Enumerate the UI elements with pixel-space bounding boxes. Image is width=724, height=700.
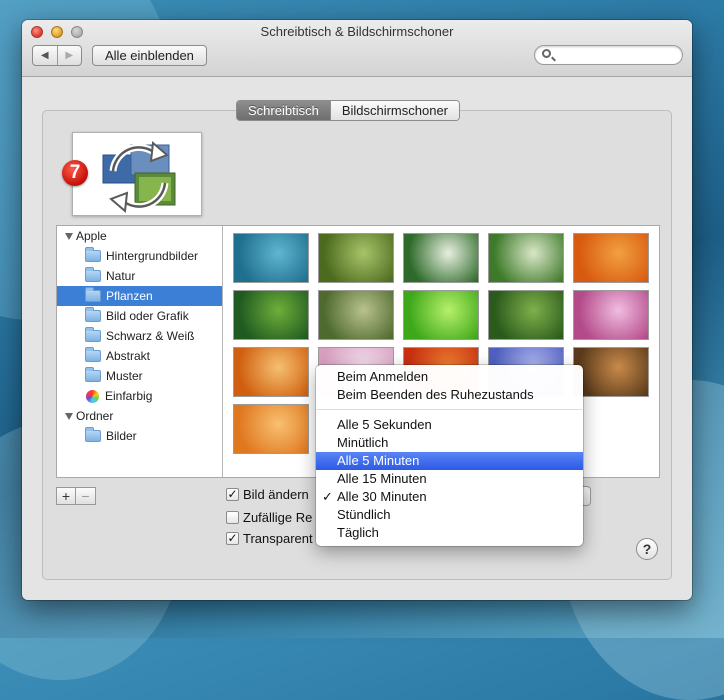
back-forward-control: ◀ ▶	[32, 45, 82, 66]
disclosure-triangle-icon[interactable]	[65, 412, 73, 420]
change-picture-checkbox[interactable]: ✓	[226, 488, 239, 501]
thumbnail-bamboo[interactable]	[318, 233, 394, 283]
sidebar-item-label: Schwarz & Weiß	[106, 329, 195, 343]
sidebar-item-label: Ordner	[76, 409, 114, 423]
thumbnail-pink-lotus[interactable]	[573, 290, 649, 340]
thumbnail-grass[interactable]	[233, 290, 309, 340]
translucent-menu-label: Transparent	[243, 531, 313, 546]
menu-item-alle-30-minuten[interactable]: ✓ Alle 30 Minuten	[316, 488, 583, 506]
add-folder-button[interactable]: +	[56, 487, 76, 505]
sidebar-item-hintergrundbilder[interactable]: Hintergrundbilder	[57, 246, 222, 266]
menu-item-alle-5-minuten[interactable]: Alle 5 Minuten	[316, 452, 583, 470]
show-all-button[interactable]: Alle einblenden	[92, 45, 207, 66]
sidebar-item-bild-oder-grafik[interactable]: Bild oder Grafik	[57, 306, 222, 326]
thumbnail-maple-leaves[interactable]	[233, 347, 309, 397]
tab-bar: Schreibtisch Bildschirmschoner	[236, 100, 461, 121]
disclosure-triangle-icon[interactable]	[65, 232, 73, 240]
rotating-pictures-icon	[102, 141, 176, 213]
thumbnail-white-flowers[interactable]	[403, 233, 479, 283]
thumbnail-reeds[interactable]	[318, 290, 394, 340]
sidebar-item-label: Hintergrundbilder	[106, 249, 199, 263]
menu-item-beim-beenden[interactable]: Beim Beenden des Ruhezustands	[316, 386, 583, 404]
sidebar-item-pflanzen[interactable]: Pflanzen	[57, 286, 222, 306]
folder-icon	[85, 287, 101, 302]
sidebar-item-label: Bild oder Grafik	[106, 309, 189, 323]
folder-icon	[85, 367, 101, 382]
menu-item-alle-15-minuten[interactable]: Alle 15 Minuten	[316, 470, 583, 488]
sidebar-group-ordner[interactable]: Ordner	[57, 406, 222, 426]
sidebar-item-abstrakt[interactable]: Abstrakt	[57, 346, 222, 366]
step-number-badge: 7	[62, 160, 88, 186]
titlebar: Schreibtisch & Bildschirmschoner ◀ ▶ All…	[22, 20, 692, 77]
menu-item-label: Alle 30 Minuten	[337, 489, 427, 504]
source-list: Apple Hintergrundbilder Natur Pflanzen B…	[57, 226, 223, 477]
random-order-option[interactable]: Zufällige Re	[226, 510, 312, 525]
folder-icon	[85, 307, 101, 322]
menu-separator	[317, 409, 582, 410]
change-picture-option[interactable]: ✓ Bild ändern	[226, 487, 309, 502]
menu-item-alle-5-sekunden[interactable]: Alle 5 Sekunden	[316, 416, 583, 434]
sidebar-item-muster[interactable]: Muster	[57, 366, 222, 386]
thumbnail-orange-petals[interactable]	[573, 233, 649, 283]
add-remove-control: + −	[56, 487, 96, 505]
search-icon	[542, 49, 551, 58]
sidebar-item-label: Abstrakt	[106, 349, 151, 363]
interval-menu: Beim Anmelden Beim Beenden des Ruhezusta…	[316, 365, 583, 546]
folder-icon	[85, 267, 101, 282]
menu-item-beim-anmelden[interactable]: Beim Anmelden	[316, 368, 583, 386]
color-wheel-icon	[86, 389, 99, 403]
sidebar-group-apple[interactable]: Apple	[57, 226, 222, 246]
search-field[interactable]	[534, 45, 683, 65]
change-picture-label: Bild ändern	[243, 487, 309, 502]
sidebar-item-natur[interactable]: Natur	[57, 266, 222, 286]
chevron-right-icon[interactable]: ▶	[56, 46, 82, 65]
tab-screensaver[interactable]: Bildschirmschoner	[329, 101, 460, 120]
thumbnail-green-leaf[interactable]	[403, 290, 479, 340]
sidebar-item-label: Apple	[76, 229, 107, 243]
help-button[interactable]: ?	[636, 538, 658, 560]
sidebar-item-label: Pflanzen	[106, 289, 153, 303]
thumbnail-tree-rings[interactable]	[233, 404, 309, 454]
chevron-left-icon[interactable]: ◀	[33, 46, 57, 65]
menu-item-minuetlich[interactable]: Minütlich	[316, 434, 583, 452]
sidebar-item-bilder[interactable]: Bilder	[57, 426, 222, 446]
translucent-menu-checkbox[interactable]: ✓	[226, 532, 239, 545]
thumbnail-dandelion[interactable]	[488, 233, 564, 283]
window-title: Schreibtisch & Bildschirmschoner	[260, 24, 454, 39]
sidebar-item-schwarz-weiss[interactable]: Schwarz & Weiß	[57, 326, 222, 346]
remove-folder-button[interactable]: −	[76, 487, 96, 505]
folder-icon	[85, 247, 101, 262]
tab-desktop[interactable]: Schreibtisch	[237, 101, 330, 120]
sidebar-item-label: Muster	[106, 369, 143, 383]
desktop-preview	[72, 132, 202, 216]
thumbnail-redwoods[interactable]	[573, 347, 649, 397]
menu-item-stuendlich[interactable]: Stündlich	[316, 506, 583, 524]
thumbnail-agave[interactable]	[233, 233, 309, 283]
random-order-checkbox[interactable]	[226, 511, 239, 524]
random-order-label: Zufällige Re	[243, 510, 313, 525]
translucent-menu-option[interactable]: ✓ Transparent	[226, 531, 313, 546]
sidebar-item-label: Natur	[106, 269, 136, 283]
menu-item-taeglich[interactable]: Täglich	[316, 524, 583, 542]
sidebar-item-label: Einfarbig	[105, 389, 153, 403]
thumbnail-green-bush[interactable]	[488, 290, 564, 340]
sidebar-item-label: Bilder	[106, 429, 137, 443]
folder-icon	[85, 347, 101, 362]
sidebar-item-einfarbig[interactable]: Einfarbig	[57, 386, 222, 406]
folder-icon	[85, 327, 101, 342]
folder-icon	[85, 427, 101, 442]
checkmark-icon: ✓	[322, 489, 333, 504]
